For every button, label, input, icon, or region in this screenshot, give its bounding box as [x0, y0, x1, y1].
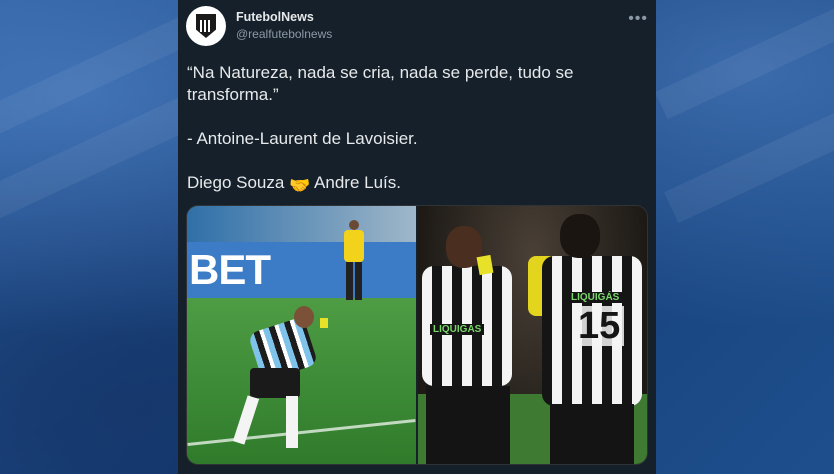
- player-figure: LIQUIGÁS 15: [538, 214, 647, 464]
- tweet-card[interactable]: FutebolNews @realfutebolnews ••• “Na Nat…: [178, 0, 656, 474]
- referee-figure: [342, 220, 366, 300]
- account-name[interactable]: FutebolNews: [236, 10, 314, 24]
- more-options-icon[interactable]: •••: [628, 10, 648, 28]
- shirt-sponsor: LIQUIGAS: [430, 324, 485, 335]
- tweet-line: “Na Natureza, nada se cria, nada se perd…: [187, 63, 574, 82]
- player-figure: LIQUIGAS: [418, 226, 528, 464]
- tweet-text: “Na Natureza, nada se cria, nada se perd…: [187, 62, 647, 197]
- account-handle[interactable]: @realfutebolnews: [236, 27, 332, 41]
- handshake-icon: 🤝: [289, 176, 311, 195]
- photo-diego-souza[interactable]: BET: [187, 206, 416, 464]
- tweet-line: - Antoine-Laurent de Lavoisier.: [187, 129, 418, 148]
- tweet-line: transforma.”: [187, 85, 279, 104]
- shirt-sponsor: LIQUIGÁS: [568, 292, 623, 303]
- tweet-line: Diego Souza: [187, 173, 285, 192]
- tweet-line: Andre Luís.: [314, 173, 401, 192]
- ad-board-text: BET: [189, 246, 271, 293]
- player-figure: [232, 306, 328, 456]
- tweet-header: FutebolNews @realfutebolnews •••: [186, 6, 648, 46]
- futebolnews-shield-logo-icon: [196, 14, 216, 38]
- avatar[interactable]: [186, 6, 226, 46]
- photo-andre-luis[interactable]: LIQUIGAS LIQUIGÁS 15: [418, 206, 647, 464]
- shirt-number: 15: [574, 306, 625, 346]
- yellow-card: [476, 254, 494, 276]
- stadium-stands: [187, 206, 416, 242]
- tweet-media[interactable]: BET LIQUIGAS LIQUIGÁS 15: [186, 205, 648, 465]
